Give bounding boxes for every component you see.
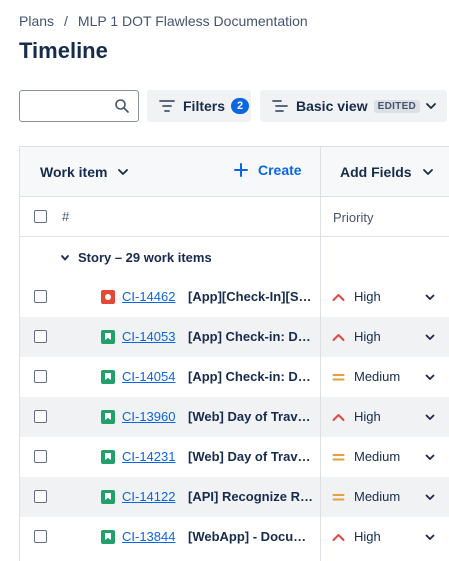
priority-value: Medium: [354, 489, 401, 504]
filters-count-badge: 2: [231, 98, 250, 114]
issue-summary[interactable]: [API] Recognize R…: [188, 489, 313, 504]
issue-summary[interactable]: [WebApp] - Docu…: [188, 529, 313, 544]
view-settings-button[interactable]: Basic view EDITED: [260, 90, 447, 122]
column-divider[interactable]: [320, 147, 321, 561]
filter-icon: [159, 100, 175, 112]
priority-high-icon: [332, 414, 345, 421]
chevron-down-icon: [422, 169, 433, 175]
issue-key-link[interactable]: CI-14462: [122, 289, 175, 304]
group-row[interactable]: Story – 29 work items: [20, 237, 449, 277]
table-row[interactable]: CI-14462 [App][Check-In][S… High: [20, 277, 449, 317]
story-icon: [101, 450, 115, 464]
priority-value: Medium: [354, 449, 401, 464]
table-row[interactable]: CI-13844 [WebApp] - Docu… High: [20, 517, 449, 557]
breadcrumb-plan[interactable]: MLP 1 DOT Flawless Documentation: [78, 13, 308, 29]
priority-medium-icon: [332, 494, 345, 501]
priority-value: High: [354, 529, 381, 544]
priority-value: High: [354, 409, 381, 424]
add-fields-label: Add Fields: [340, 164, 412, 180]
priority-high-icon: [332, 534, 345, 541]
chevron-down-icon: [426, 103, 436, 109]
story-icon: [101, 530, 115, 544]
row-checkbox[interactable]: [34, 370, 47, 383]
search-icon: [115, 99, 129, 113]
issue-summary[interactable]: [Web] Day of Trav…: [188, 409, 313, 424]
breadcrumb-plans[interactable]: Plans: [19, 13, 54, 29]
priority-medium-icon: [332, 454, 345, 461]
row-checkbox[interactable]: [34, 450, 47, 463]
timeline-grid: Work item Create Add Fields # Priority S…: [19, 146, 449, 561]
select-all-checkbox[interactable]: [34, 210, 47, 223]
priority-value: High: [354, 289, 381, 304]
group-label: Story – 29 work items: [78, 250, 212, 265]
work-item-header-label: Work item: [40, 164, 108, 180]
issue-summary[interactable]: [App][Check-In][S…: [188, 289, 313, 304]
row-checkbox[interactable]: [34, 490, 47, 503]
issue-key-link[interactable]: CI-13960: [122, 409, 175, 424]
breadcrumb: Plans / MLP 1 DOT Flawless Documentation: [19, 13, 308, 29]
priority-value: High: [354, 329, 381, 344]
create-label: Create: [258, 162, 302, 178]
priority-value: Medium: [354, 369, 401, 384]
row-checkbox[interactable]: [34, 410, 47, 423]
issue-key-link[interactable]: CI-14054: [122, 369, 175, 384]
work-item-list: CI-14462 [App][Check-In][S… High CI-1405…: [20, 277, 449, 557]
row-checkbox[interactable]: [34, 330, 47, 343]
table-row[interactable]: CI-13960 [Web] Day of Trav… High: [20, 397, 449, 437]
search-input[interactable]: [26, 97, 112, 117]
chevron-down-icon[interactable]: [424, 291, 436, 303]
page-title: Timeline: [19, 38, 108, 63]
work-item-column-header[interactable]: Work item: [40, 164, 129, 180]
chevron-down-icon[interactable]: [424, 411, 436, 423]
grid-header: Work item Create Add Fields: [20, 147, 449, 197]
story-icon: [101, 490, 115, 504]
column-subheader: # Priority: [20, 197, 449, 237]
priority-high-icon: [332, 294, 345, 301]
table-row[interactable]: CI-14231 [Web] Day of Trav… Medium: [20, 437, 449, 477]
priority-medium-icon: [332, 374, 345, 381]
edited-badge: EDITED: [373, 99, 421, 113]
chevron-down-icon: [61, 254, 69, 260]
row-checkbox[interactable]: [34, 290, 47, 303]
view-label: Basic view: [296, 98, 368, 114]
plus-icon: [234, 163, 248, 177]
chevron-down-icon[interactable]: [424, 531, 436, 543]
issue-key-link[interactable]: CI-14053: [122, 329, 175, 344]
row-checkbox[interactable]: [34, 530, 47, 543]
table-row[interactable]: CI-14053 [App] Check-in: D… High: [20, 317, 449, 357]
issue-key-link[interactable]: CI-14122: [122, 489, 175, 504]
issue-summary[interactable]: [App] Check-in: D…: [188, 369, 313, 384]
search-field[interactable]: [19, 90, 139, 122]
add-fields-button[interactable]: Add Fields: [340, 164, 434, 180]
bug-icon: [101, 290, 115, 304]
breadcrumb-separator: /: [64, 13, 68, 29]
chevron-down-icon: [118, 169, 129, 175]
group-toggle[interactable]: Story – 29 work items: [60, 250, 212, 265]
chevron-down-icon[interactable]: [424, 331, 436, 343]
priority-high-icon: [332, 334, 345, 341]
issue-summary[interactable]: [Web] Day of Trav…: [188, 449, 313, 464]
issue-summary[interactable]: [App] Check-in: D…: [188, 329, 313, 344]
chevron-down-icon[interactable]: [424, 371, 436, 383]
view-icon: [272, 100, 288, 112]
table-row[interactable]: CI-14054 [App] Check-in: D… Medium: [20, 357, 449, 397]
filters-label: Filters: [183, 98, 226, 114]
chevron-down-icon[interactable]: [424, 451, 436, 463]
filters-button[interactable]: Filters 2: [147, 90, 251, 122]
issue-key-link[interactable]: CI-14231: [122, 449, 175, 464]
table-row[interactable]: CI-14122 [API] Recognize R… Medium: [20, 477, 449, 517]
number-column-header: #: [62, 209, 70, 224]
chevron-down-icon[interactable]: [424, 491, 436, 503]
story-icon: [101, 370, 115, 384]
create-button[interactable]: Create: [234, 162, 302, 178]
priority-column-header[interactable]: Priority: [333, 210, 373, 225]
story-icon: [101, 410, 115, 424]
story-icon: [101, 330, 115, 344]
issue-key-link[interactable]: CI-13844: [122, 529, 175, 544]
